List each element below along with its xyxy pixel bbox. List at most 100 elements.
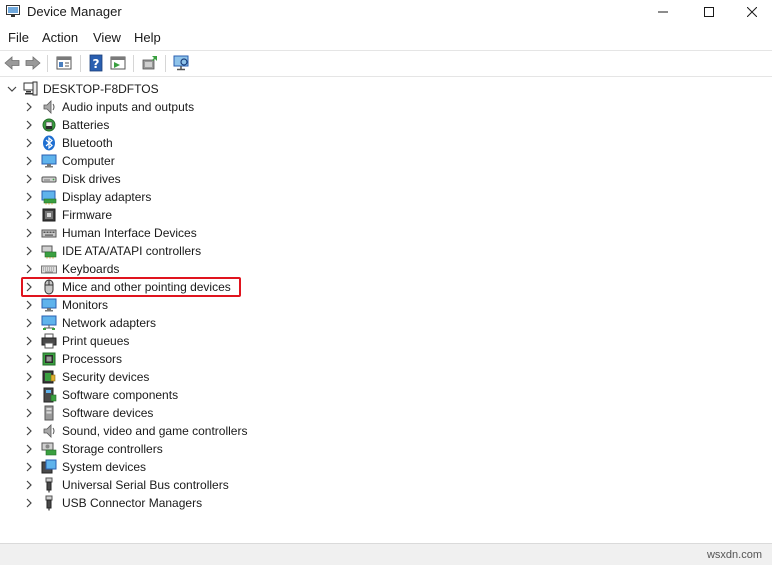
tree-node-label: Bluetooth [62,136,113,150]
tree-node-network-adapters[interactable]: Network adapters [0,314,772,332]
update-driver-icon[interactable] [141,54,159,72]
chevron-right-icon[interactable] [23,137,35,149]
tree-node-label: Disk drives [62,172,121,186]
tree-node-label: Mice and other pointing devices [62,280,231,294]
tree-node-label: Firmware [62,208,112,222]
tree-node-hid[interactable]: Human Interface Devices [0,224,772,242]
tree-node-label: Processors [62,352,123,366]
chevron-right-icon[interactable] [23,299,35,311]
tree-node-label: Monitors [62,298,109,312]
chevron-right-icon[interactable] [23,425,35,437]
tree-node-usb-connector-managers[interactable]: USB Connector Managers [0,494,772,512]
tree-node-label: Keyboards [62,262,120,276]
usb-icon [45,495,53,511]
tree-node-security-devices[interactable]: Security devices [0,368,772,386]
maximize-button[interactable] [686,0,732,24]
tree-node-label: Human Interface Devices [62,226,197,240]
scan-hardware-icon[interactable] [172,54,190,72]
toolbar-separator [47,55,48,72]
chevron-right-icon[interactable] [23,155,35,167]
device-manager-window: Device Manager File Action View Help ? D… [0,0,772,565]
tree-node-label: Network adapters [62,316,157,330]
tree-node-bluetooth[interactable]: Bluetooth [0,134,772,152]
monitor-icon [41,298,57,312]
tree-node-software-components[interactable]: Software components [0,386,772,404]
menu-action[interactable]: Action [42,30,78,45]
forward-arrow-icon[interactable] [24,54,42,72]
chevron-right-icon[interactable] [23,317,35,329]
chevron-right-icon[interactable] [23,389,35,401]
chevron-right-icon[interactable] [23,119,35,131]
battery-icon [42,118,56,132]
disk-drive-icon [41,176,57,183]
tree-node-audio[interactable]: Audio inputs and outputs [0,98,772,116]
chevron-right-icon[interactable] [23,173,35,185]
chevron-right-icon[interactable] [23,191,35,203]
tree-node-print-queues[interactable]: Print queues [0,332,772,350]
mouse-icon [44,279,54,295]
chevron-right-icon[interactable] [23,371,35,383]
chevron-right-icon[interactable] [23,227,35,239]
tree-node-monitors[interactable]: Monitors [0,296,772,314]
toolbar-separator [133,55,134,72]
speaker-icon [43,100,55,114]
menu-help[interactable]: Help [134,30,161,45]
menu-file[interactable]: File [8,30,29,45]
tree-node-label: Computer [62,154,115,168]
help-icon[interactable]: ? [87,54,105,72]
tree-node-label: System devices [62,460,147,474]
chevron-right-icon[interactable] [23,407,35,419]
tree-node-computer[interactable]: Computer [0,152,772,170]
usb-icon [45,477,53,493]
tree-node-processors[interactable]: Processors [0,350,772,368]
toolbar-separator [165,55,166,72]
chevron-right-icon[interactable] [23,353,35,365]
software-device-icon [44,405,54,421]
window-title: Device Manager [27,4,122,19]
bluetooth-icon [43,135,55,151]
tree-root-node[interactable]: DESKTOP-F8DFTOS [0,80,772,98]
properties-icon[interactable] [55,54,73,72]
tree-node-mice[interactable]: Mice and other pointing devices [0,278,772,296]
storage-controller-icon [41,442,57,456]
firmware-icon [42,208,56,222]
close-button[interactable] [732,0,772,24]
chevron-right-icon[interactable] [23,263,35,275]
show-hidden-icon[interactable] [109,54,127,72]
tree-node-software-devices[interactable]: Software devices [0,404,772,422]
tree-node-batteries[interactable]: Batteries [0,116,772,134]
minimize-button[interactable] [640,0,686,24]
device-tree: DESKTOP-F8DFTOS Audio inputs and outputs… [0,79,772,539]
chevron-right-icon[interactable] [23,335,35,347]
tree-node-sound-video-game[interactable]: Sound, video and game controllers [0,422,772,440]
keyboard-icon [41,265,57,274]
menu-view[interactable]: View [93,30,121,45]
printer-icon [41,333,57,349]
chevron-down-icon[interactable] [6,83,18,95]
chevron-right-icon[interactable] [23,209,35,221]
tree-node-storage-controllers[interactable]: Storage controllers [0,440,772,458]
chevron-right-icon[interactable] [23,281,35,293]
tree-node-system-devices[interactable]: System devices [0,458,772,476]
speaker-icon [43,424,55,438]
tree-node-display-adapters[interactable]: Display adapters [0,188,772,206]
chevron-right-icon[interactable] [23,497,35,509]
monitor-icon [41,154,57,168]
title-bar: Device Manager [0,0,772,24]
menu-bar: File Action View Help [0,27,772,49]
tree-node-usb-controllers[interactable]: Universal Serial Bus controllers [0,476,772,494]
tree-node-label: Batteries [62,118,110,132]
chevron-right-icon[interactable] [23,101,35,113]
system-device-icon [41,459,57,474]
tree-node-firmware[interactable]: Firmware [0,206,772,224]
chevron-right-icon[interactable] [23,461,35,473]
tree-node-keyboards[interactable]: Keyboards [0,260,772,278]
tree-node-disk-drives[interactable]: Disk drives [0,170,772,188]
chevron-right-icon[interactable] [23,479,35,491]
back-arrow-icon[interactable] [3,54,21,72]
tree-node-ide-controllers[interactable]: IDE ATA/ATAPI controllers [0,242,772,260]
security-device-icon [42,370,56,384]
chevron-right-icon[interactable] [23,443,35,455]
software-component-icon [43,387,57,403]
chevron-right-icon[interactable] [23,245,35,257]
